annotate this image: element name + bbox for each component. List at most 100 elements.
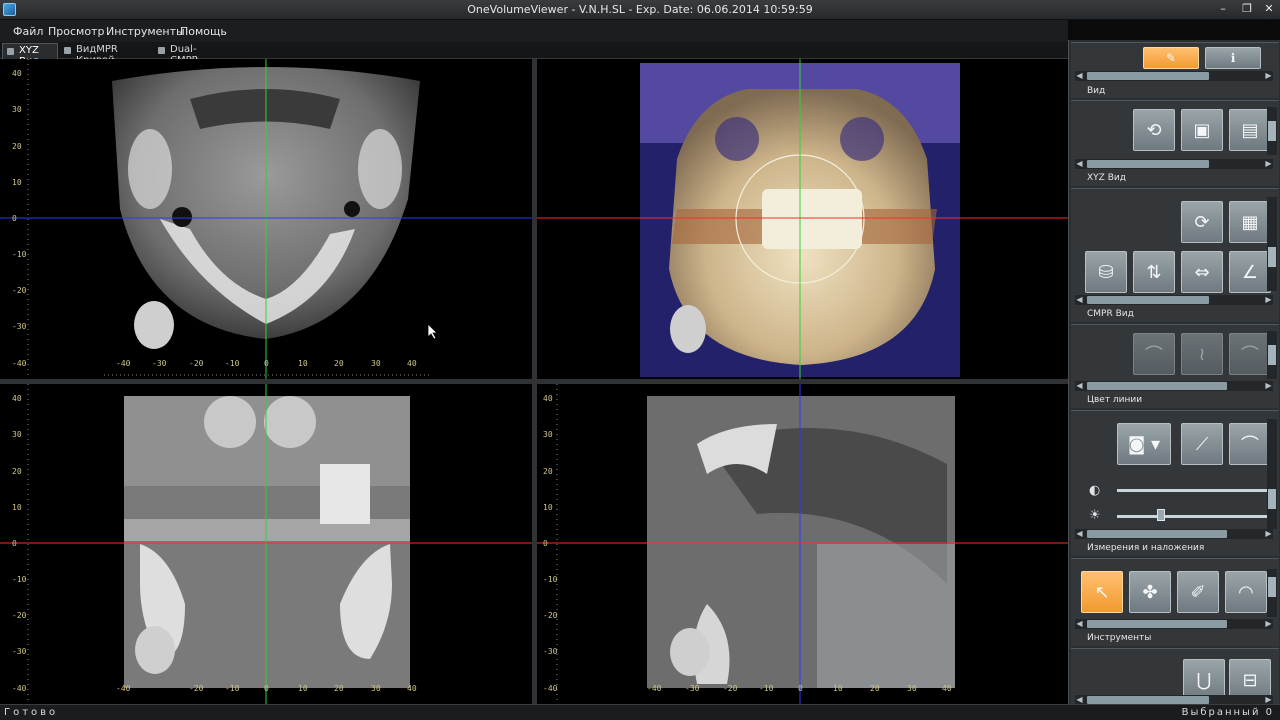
scroll-right-icon[interactable]: ▶	[1264, 295, 1273, 305]
scroll-thumb[interactable]	[1087, 296, 1209, 304]
tab-dual-cmpr[interactable]: Dual-CMPR	[154, 43, 226, 66]
brightness-slider[interactable]	[1117, 515, 1267, 518]
scroll-left-icon[interactable]: ◀	[1075, 159, 1084, 169]
panel-vscroll[interactable]	[1267, 419, 1277, 529]
panel-vscroll[interactable]	[1267, 107, 1277, 155]
ruler-tool-button[interactable]: ✐	[1177, 571, 1219, 613]
rotate-3d-button[interactable]: ⟳	[1181, 201, 1223, 243]
mouse-cursor-icon	[428, 324, 438, 340]
viewport-area: 40 30 20 10 0 -10 -20 -30 -40 -40 -30 -2…	[0, 59, 1068, 704]
vscroll-thumb[interactable]	[1268, 577, 1276, 597]
scroll-right-icon[interactable]: ▶	[1264, 529, 1273, 539]
scroll-thumb[interactable]	[1087, 160, 1209, 168]
scroll-left-icon[interactable]: ◀	[1075, 529, 1084, 539]
viewport-axial[interactable]: 40 30 20 10 0 -10 -20 -30 -40 -40 -30 -2…	[0, 59, 532, 379]
angle-tool-button[interactable]: ◠	[1225, 571, 1267, 613]
scroll-right-icon[interactable]: ▶	[1264, 159, 1273, 169]
ruler-x-label: -10	[759, 684, 774, 693]
tab-curved-mpr[interactable]: ВидMPR Кривой	[60, 43, 154, 66]
panel-vscroll[interactable]	[1267, 197, 1277, 291]
vscroll-thumb[interactable]	[1268, 247, 1276, 267]
title-bar: OneVolumeViewer - V.N.H.SL - Exp. Date: …	[0, 0, 1280, 20]
ruler-x-label: -40	[116, 684, 131, 693]
tooth-tool-button[interactable]: ✤	[1129, 571, 1171, 613]
viewport-coronal[interactable]: 40 30 20 10 0 -10 -20 -30 -40 -40 -20 -1…	[0, 384, 532, 704]
measure-angle-button[interactable]: ∠	[1229, 251, 1271, 293]
menu-tools[interactable]: Инструменты	[106, 25, 185, 38]
section-label: CMPR Вид	[1087, 309, 1134, 319]
ruler-y-label: -10	[12, 250, 27, 259]
panel-scrollbar[interactable]: ◀ ▶	[1075, 295, 1273, 305]
ruler-x-label: 20	[334, 684, 344, 693]
menu-help[interactable]: Помощь	[180, 25, 227, 38]
ruler-x-label: 40	[942, 684, 952, 693]
layers-button[interactable]: ⛁	[1085, 251, 1127, 293]
panel-scrollbar[interactable]: ◀ ▶	[1075, 71, 1273, 81]
contrast-slider[interactable]	[1117, 489, 1267, 492]
panel-vscroll[interactable]	[1267, 569, 1277, 617]
scroll-left-icon[interactable]: ◀	[1075, 71, 1084, 81]
panel-vscroll[interactable]	[1267, 331, 1277, 379]
scroll-thumb[interactable]	[1087, 620, 1227, 628]
eraser-button[interactable]: ✎	[1143, 47, 1199, 69]
panel-scrollbar[interactable]: ◀ ▶	[1075, 619, 1273, 629]
curve-left-button[interactable]: ⌒	[1133, 333, 1175, 375]
vscroll-thumb[interactable]	[1268, 345, 1276, 365]
scroll-left-icon[interactable]: ◀	[1075, 295, 1084, 305]
colormap-dropdown[interactable]: ◙ ▾	[1117, 423, 1171, 465]
section-label: Вид	[1087, 86, 1106, 96]
viewport-3d[interactable]	[537, 59, 1068, 379]
ruler-x-label: 40	[407, 684, 417, 693]
image-3d-button[interactable]: ▦	[1229, 201, 1271, 243]
picture-view-button[interactable]: ▣	[1181, 109, 1223, 151]
ruler-view-button[interactable]: ▤	[1229, 109, 1271, 151]
menu-file[interactable]: Файл	[13, 25, 43, 38]
ruler-y-label: 20	[12, 142, 22, 151]
viewport-sagittal[interactable]: 40 30 20 10 0 -10 -20 -30 -40 -40 -30 -2…	[537, 384, 1068, 704]
ruler-x-label: 10	[298, 684, 308, 693]
scroll-left-icon[interactable]: ◀	[1075, 381, 1084, 391]
rotate-view-button[interactable]: ⟲	[1133, 109, 1175, 151]
view-tabs: XYZ Вид ВидMPR Кривой Dual-CMPR	[0, 42, 1068, 67]
slice-move-button[interactable]: ⇅	[1133, 251, 1175, 293]
viewport-splitter-horizontal[interactable]	[0, 379, 1068, 384]
scroll-thumb[interactable]	[1087, 530, 1227, 538]
restore-button[interactable]: ❐	[1240, 3, 1254, 16]
scroll-right-icon[interactable]: ▶	[1264, 71, 1273, 81]
ruler-y-label: 0	[12, 539, 17, 548]
curve-right-button[interactable]: ⌒	[1229, 333, 1271, 375]
slice-spread-button[interactable]: ⇔	[1181, 251, 1223, 293]
ruler-y-label: -20	[543, 611, 558, 620]
panel-section-extra: ⋃ ⊟ ◀ ▶	[1071, 648, 1279, 705]
curve-mid-button[interactable]: ≀	[1181, 333, 1223, 375]
scroll-left-icon[interactable]: ◀	[1075, 619, 1084, 629]
ruler-x-label: 0	[264, 359, 269, 368]
status-bar: Готово Выбранный 0	[0, 704, 1280, 720]
ruler-y-label: -10	[12, 575, 27, 584]
close-button[interactable]: ✕	[1262, 3, 1276, 16]
brightness-slider-knob[interactable]	[1157, 509, 1165, 521]
scroll-thumb[interactable]	[1087, 382, 1227, 390]
panel-scrollbar[interactable]: ◀ ▶	[1075, 529, 1273, 539]
panel-section-view: ✎ ℹ ◀ ▶ Вид	[1071, 42, 1279, 98]
vscroll-thumb[interactable]	[1268, 489, 1276, 509]
panel-scrollbar[interactable]: ◀ ▶	[1075, 381, 1273, 391]
curve-log-button[interactable]: ⌒	[1229, 423, 1271, 465]
tab-xyz-view[interactable]: XYZ Вид	[2, 43, 58, 67]
ruler-x-label: 30	[907, 684, 917, 693]
ruler-x-label: 10	[833, 684, 843, 693]
curve-linear-button[interactable]: ⟋	[1181, 423, 1223, 465]
scroll-thumb[interactable]	[1087, 72, 1209, 80]
pointer-tool-button[interactable]: ↖	[1081, 571, 1123, 613]
panel-scrollbar[interactable]: ◀ ▶	[1075, 159, 1273, 169]
menu-view[interactable]: Просмотр	[48, 25, 104, 38]
ruler-y-label: 40	[12, 69, 22, 78]
scroll-right-icon[interactable]: ▶	[1264, 381, 1273, 391]
scroll-right-icon[interactable]: ▶	[1264, 619, 1273, 629]
scroll-thumb[interactable]	[1087, 696, 1209, 704]
ruler-y-label: -40	[12, 684, 27, 693]
ruler-y-label: 0	[543, 539, 548, 548]
minimize-button[interactable]: –	[1216, 3, 1230, 16]
vscroll-thumb[interactable]	[1268, 121, 1276, 141]
info-button[interactable]: ℹ	[1205, 47, 1261, 69]
